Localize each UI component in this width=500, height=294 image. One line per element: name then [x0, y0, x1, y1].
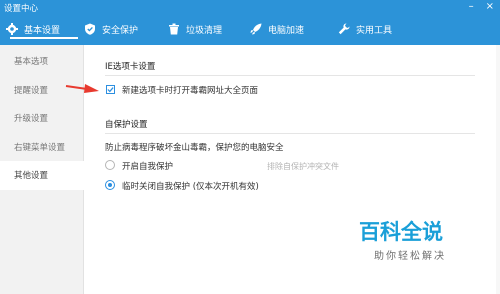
trash-icon — [168, 23, 180, 35]
tab-label: 基本设置 — [24, 25, 61, 36]
ie-section-title: IE选项卡设置 — [105, 62, 156, 72]
watermark-title: 百科全说 — [359, 220, 443, 244]
sidebar-item-basic-options[interactable]: 基本选项 — [0, 47, 83, 76]
minimize-icon[interactable]: – — [469, 1, 474, 12]
shield-icon — [84, 23, 96, 35]
protect-description: 防止病毒程序破坏金山毒霸，保护您的电脑安全 — [105, 143, 284, 153]
close-icon[interactable]: × — [486, 1, 494, 12]
tab-speedup[interactable]: 电脑加速 — [250, 13, 338, 45]
tab-label: 实用工具 — [356, 25, 393, 36]
sidebar-item-upgrade[interactable]: 升级设置 — [0, 104, 83, 133]
protect-section-title: 自保护设置 — [105, 120, 148, 130]
divider — [105, 75, 475, 76]
scrollbar[interactable] — [496, 45, 500, 294]
ie-tab-checkbox[interactable] — [106, 85, 115, 94]
wrench-icon — [338, 23, 350, 35]
header-bar: 设置中心 – × 基本设置 安全保护 垃圾清理 电脑加速 实用工具 — [0, 0, 500, 45]
tab-tools[interactable]: 实用工具 — [338, 13, 418, 45]
gear-icon — [6, 23, 18, 35]
rocket-icon — [250, 23, 262, 35]
tab-security[interactable]: 安全保护 — [84, 13, 168, 45]
tab-label: 电脑加速 — [268, 25, 305, 36]
enable-self-protect-label[interactable]: 开启自我保护 — [122, 160, 173, 172]
tab-cleanup[interactable]: 垃圾清理 — [168, 13, 250, 45]
settings-window: 设置中心 – × 基本设置 安全保护 垃圾清理 电脑加速 实用工具 基本选项 提… — [0, 0, 500, 294]
tab-bar: 基本设置 安全保护 垃圾清理 电脑加速 实用工具 — [0, 13, 418, 45]
enable-self-protect-radio[interactable] — [105, 160, 115, 170]
watermark-subtitle: 助你轻松解决 — [374, 251, 446, 262]
tab-label: 安全保护 — [102, 25, 139, 36]
tab-basic-settings[interactable]: 基本设置 — [6, 13, 84, 45]
red-arrow-annotation — [65, 84, 99, 93]
ie-tab-option-label[interactable]: 新建选项卡时打开毒霸网址大全页面 — [122, 84, 258, 96]
disable-self-protect-label[interactable]: 临时关闭自我保护 (仅本次开机有效) — [122, 180, 259, 192]
check-icon — [107, 87, 114, 93]
tab-label: 垃圾清理 — [186, 25, 223, 36]
sidebar-item-context-menu[interactable]: 右键菜单设置 — [0, 133, 83, 162]
exclude-conflict-files-link[interactable]: 排除自保护冲突文件 — [267, 161, 339, 172]
disable-self-protect-radio[interactable] — [105, 180, 115, 190]
sidebar-item-other[interactable]: 其他设置 — [0, 161, 85, 190]
window-controls: – × — [469, 1, 494, 12]
divider — [105, 133, 475, 134]
